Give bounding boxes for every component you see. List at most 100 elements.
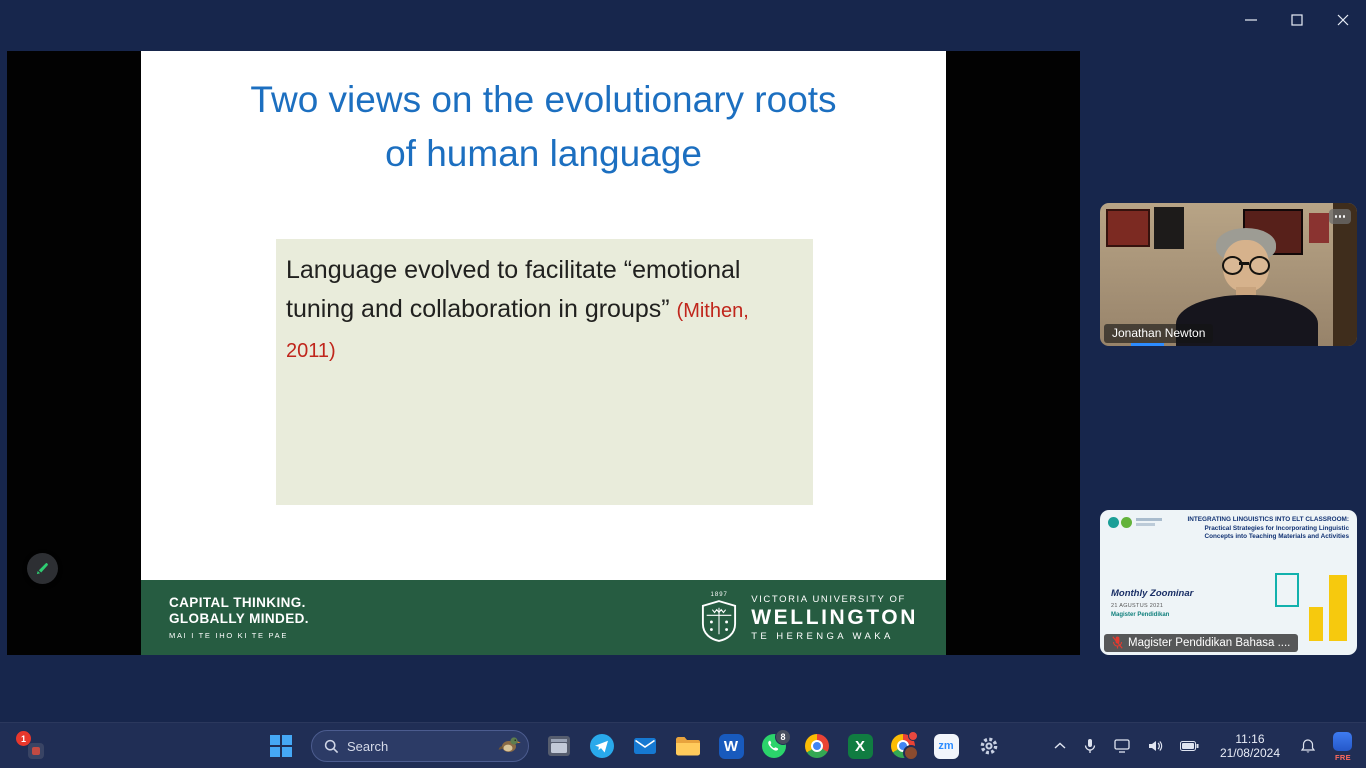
poster-event-title: Monthly Zoominar (1111, 588, 1193, 599)
active-speaker-underline (1131, 343, 1164, 346)
quote-box: Language evolved to facilitate “emotiona… (276, 239, 813, 505)
quote-main: Language evolved to facilitate “emotiona… (286, 256, 740, 323)
hidden-icons-button[interactable]: 1 (16, 731, 46, 761)
gear-icon (979, 736, 999, 756)
university-line3: TE HERENGA WAKA (751, 630, 918, 643)
taskbar-app-settings[interactable] (976, 733, 1002, 759)
profile-avatar-dot (903, 745, 919, 761)
taskbar-app-zoom[interactable]: zm (933, 733, 959, 759)
tray-microphone-button[interactable] (1081, 736, 1099, 756)
participant-name-label: Magister Pendidikan Bahasa .... (1104, 634, 1298, 652)
university-wordmark: VICTORIA UNIVERSITY OF WELLINGTON TE HER… (751, 593, 918, 643)
restore-icon (1291, 14, 1303, 26)
university-logo: 1897 VICTORIA UNIVERSITY OF WELLINGTON T… (701, 592, 918, 643)
poster-organizer: Magister Pendidikan (1111, 612, 1169, 618)
poster-logo-text-bar (1136, 523, 1155, 526)
tray-time: 11:16 (1220, 732, 1280, 746)
university-tagline: CAPITAL THINKING. GLOBALLY MINDED. MAI I… (169, 595, 309, 640)
poster-event-date: 21 AGUSTUS 2021 (1111, 603, 1163, 609)
minimize-icon (1245, 14, 1257, 26)
glasses-icon (1249, 256, 1270, 275)
poster-deco-bar (1329, 575, 1347, 641)
chevron-up-icon (1054, 742, 1066, 750)
tile-options-button[interactable] (1329, 209, 1351, 224)
taskbar-app-telegram[interactable] (589, 733, 615, 759)
shield-year: 1897 (711, 592, 728, 598)
microphone-icon (1083, 738, 1097, 754)
close-button[interactable] (1320, 0, 1366, 40)
telegram-icon (590, 734, 614, 758)
glasses-bridge (1239, 262, 1249, 265)
display-icon (1114, 739, 1130, 753)
glasses-icon (1222, 256, 1243, 275)
zoom-icon: zm (934, 734, 959, 759)
windows-logo-icon (270, 735, 292, 757)
slide-title-line1: Two views on the evolutionary roots (141, 73, 946, 127)
wall-poster (1309, 213, 1329, 243)
start-button[interactable] (268, 733, 294, 759)
poster-logo-icon (1108, 517, 1119, 528)
taskbar-app-window[interactable] (546, 733, 572, 759)
tray-battery-button[interactable] (1178, 739, 1201, 753)
notification-badge: 1 (16, 731, 31, 746)
taskbar-search-box[interactable]: Search (311, 730, 529, 762)
taskbar-app-chrome[interactable] (804, 733, 830, 759)
wood-panel (1333, 203, 1357, 346)
tagline-line2: GLOBALLY MINDED. (169, 611, 309, 627)
university-shield: 1897 (701, 592, 737, 643)
system-tray: 11:16 21/08/2024 FRE (1052, 723, 1356, 768)
tray-volume-button[interactable] (1145, 737, 1165, 755)
taskbar-app-word[interactable]: W (718, 733, 744, 759)
mail-icon (633, 736, 657, 756)
wall-poster (1106, 209, 1150, 247)
excel-icon: X (848, 734, 873, 759)
battery-icon (1180, 741, 1199, 751)
fre-app-label: FRE (1330, 753, 1356, 762)
fre-app-icon (1333, 732, 1352, 751)
wall-poster (1154, 207, 1184, 249)
maximize-button[interactable] (1274, 0, 1320, 40)
shield-icon (701, 599, 737, 643)
windows-taskbar: 1 Search (0, 722, 1366, 768)
poster-heading-line3: Concepts into Teaching Materials and Act… (1187, 533, 1349, 542)
taskbar-app-whatsapp[interactable]: 8 (761, 733, 787, 759)
taskbar-app-mail[interactable] (632, 733, 658, 759)
taskbar-app-file-explorer[interactable] (675, 733, 701, 759)
annotate-button[interactable] (27, 553, 58, 584)
poster-deco-bar (1309, 607, 1323, 641)
university-line1: VICTORIA UNIVERSITY OF (751, 593, 918, 606)
quote-text: Language evolved to facilitate “emotiona… (286, 251, 783, 371)
taskbar-app-chrome-profile[interactable] (890, 733, 916, 759)
taskbar-app-excel[interactable]: X (847, 733, 873, 759)
search-highlight-bird-icon[interactable] (498, 734, 522, 759)
zoom-meeting-window: Two views on the evolutionary roots of h… (0, 0, 1366, 768)
chrome-icon (805, 734, 829, 758)
tray-fre-app-button[interactable]: FRE (1330, 730, 1356, 762)
folder-icon (675, 735, 701, 757)
search-icon (324, 739, 339, 754)
search-label: Search (347, 739, 388, 754)
screen-share-stage: Two views on the evolutionary roots of h… (7, 51, 1080, 655)
poster-logo-icon (1121, 517, 1132, 528)
participant-tile-magister-pendidikan[interactable]: INTEGRATING LINGUISTICS INTO ELT CLASSRO… (1100, 510, 1357, 655)
window-controls (1228, 0, 1366, 40)
slide-title: Two views on the evolutionary roots of h… (141, 73, 946, 181)
participant-name-label: Jonathan Newton (1104, 324, 1213, 343)
participant-tile-jonathan-newton[interactable]: Jonathan Newton (1100, 203, 1357, 346)
tray-cast-button[interactable] (1112, 737, 1132, 755)
minimize-button[interactable] (1228, 0, 1274, 40)
tagline-line3: MAI I TE IHO KI TE PAE (169, 631, 309, 640)
poster-deco-outline (1275, 573, 1299, 607)
poster-heading-line1: INTEGRATING LINGUISTICS INTO ELT CLASSRO… (1187, 516, 1349, 525)
participant-name: Magister Pendidikan Bahasa .... (1128, 637, 1290, 649)
whatsapp-badge: 8 (775, 729, 791, 745)
poster-heading: INTEGRATING LINGUISTICS INTO ELT CLASSRO… (1187, 516, 1349, 542)
poster-heading-line2: Practical Strategies for Incorporating L… (1187, 525, 1349, 534)
muted-mic-icon (1112, 636, 1123, 649)
bell-icon (1301, 739, 1315, 754)
tray-notifications-button[interactable] (1299, 737, 1317, 756)
tray-clock[interactable]: 11:16 21/08/2024 (1214, 731, 1286, 761)
university-line2: WELLINGTON (751, 606, 918, 630)
slide-title-line2: of human language (141, 127, 946, 181)
tray-chevron-button[interactable] (1052, 740, 1068, 752)
